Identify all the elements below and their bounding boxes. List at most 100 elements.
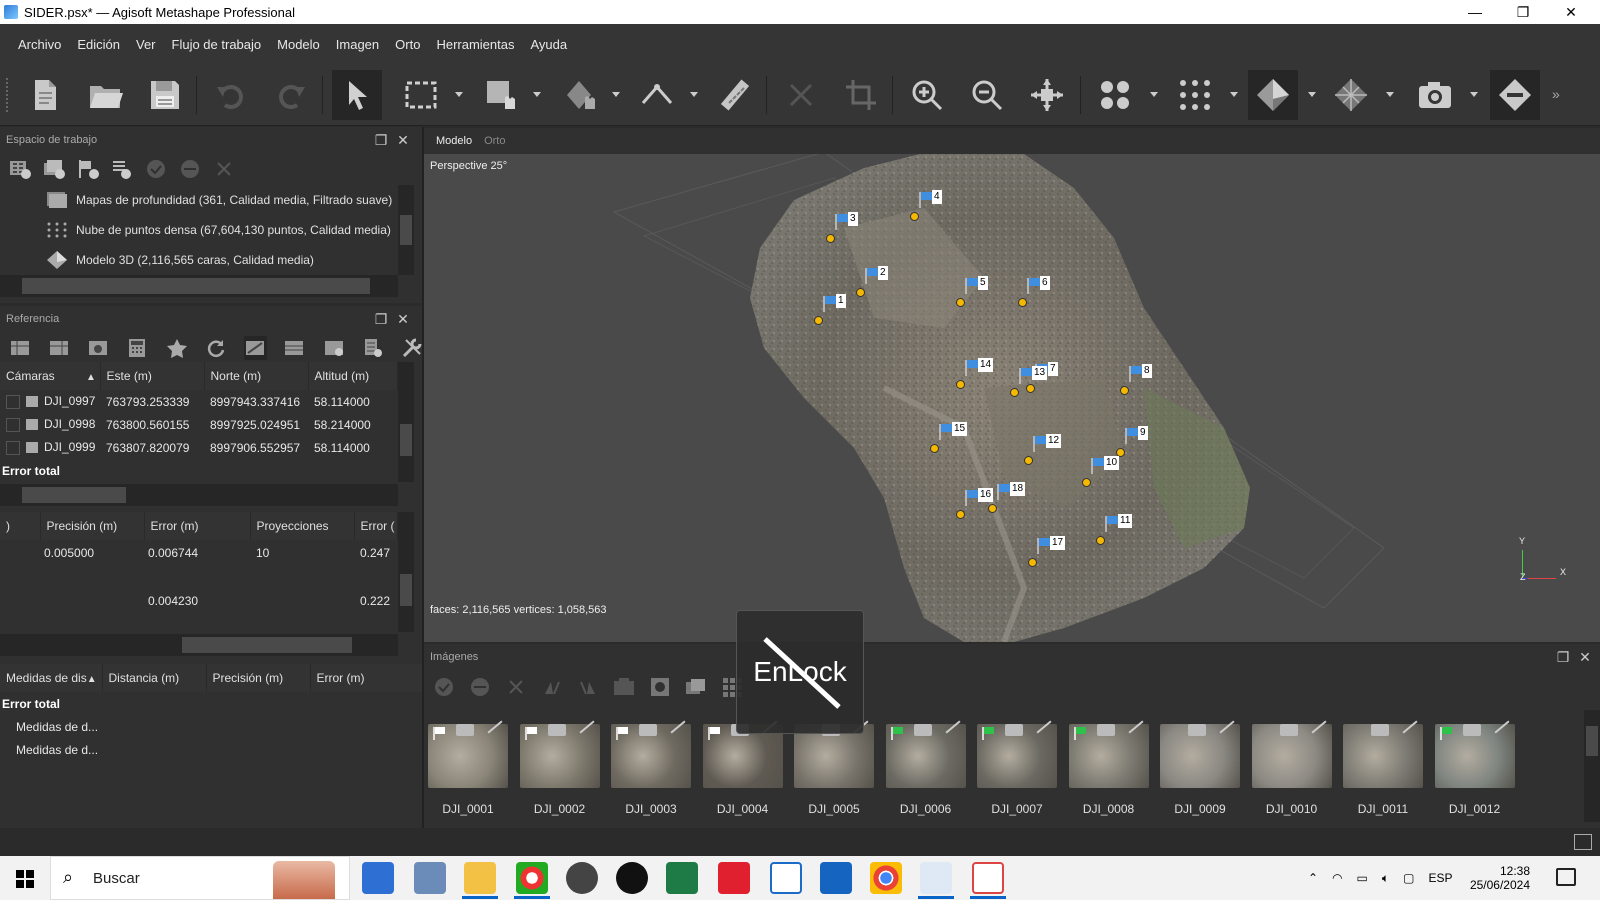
delete-selection-icon[interactable] bbox=[776, 70, 826, 120]
marker[interactable]: 4 bbox=[910, 190, 958, 234]
network-icon[interactable]: ◠ bbox=[1332, 871, 1342, 885]
ruler-icon[interactable] bbox=[710, 70, 760, 120]
import-reference-icon[interactable] bbox=[8, 336, 31, 360]
marker[interactable]: 9 bbox=[1116, 426, 1164, 470]
table-row[interactable]: 0.004230 0.222 bbox=[0, 589, 398, 612]
save-icon[interactable] bbox=[140, 70, 190, 120]
whatsapp-icon[interactable] bbox=[566, 862, 598, 894]
infinity-app-icon[interactable] bbox=[718, 862, 750, 894]
add-chunk-icon[interactable] bbox=[8, 157, 32, 181]
mail-icon[interactable] bbox=[820, 862, 852, 894]
c-app-icon[interactable] bbox=[770, 862, 802, 894]
chrome-icon[interactable] bbox=[870, 862, 902, 894]
tiktok-icon[interactable] bbox=[616, 862, 648, 894]
dropdown-arrow-icon[interactable] bbox=[1228, 88, 1240, 100]
rotate-right-icon[interactable] bbox=[576, 675, 600, 699]
open-folder-icon[interactable] bbox=[80, 70, 130, 120]
col-precision[interactable]: Precisión (m) bbox=[206, 664, 311, 692]
close-button[interactable]: ✕ bbox=[1548, 0, 1594, 24]
col-proyecciones[interactable]: Proyecciones bbox=[250, 512, 355, 540]
marker[interactable]: 14 bbox=[956, 358, 1004, 402]
add-marker-icon[interactable] bbox=[76, 157, 100, 181]
reset-mask-icon[interactable] bbox=[612, 675, 636, 699]
tab-modelo[interactable]: Modelo bbox=[430, 135, 478, 147]
taskbar-search[interactable]: ⌕ Buscar bbox=[50, 856, 350, 900]
images-vscrollbar[interactable] bbox=[1584, 710, 1600, 822]
tree-3d-model[interactable]: Modelo 3D (2,116,565 caras, Calidad medi… bbox=[0, 245, 424, 275]
chrome-profile-icon[interactable] bbox=[516, 862, 548, 894]
col-camaras[interactable]: Cámaras ▲ bbox=[0, 362, 101, 390]
show-hidden-icons-icon[interactable]: ⌃ bbox=[1308, 871, 1318, 885]
marker[interactable]: 11 bbox=[1096, 514, 1144, 558]
image-thumbnail[interactable]: DJI_0006 bbox=[885, 720, 966, 820]
col-altitud[interactable]: Altitud (m) bbox=[308, 362, 398, 390]
tree-dense-cloud[interactable]: Nube de puntos densa (67,604,130 puntos,… bbox=[0, 215, 424, 245]
markers-hscrollbar[interactable] bbox=[0, 634, 398, 656]
enlock-overlay[interactable]: EnLock bbox=[736, 610, 864, 734]
tree-depth-maps[interactable]: Mapas de profundidad (361, Calidad media… bbox=[0, 185, 424, 215]
star-icon[interactable] bbox=[165, 336, 188, 360]
col-precision[interactable]: Precisión (m) bbox=[40, 512, 145, 540]
rotate-left-icon[interactable] bbox=[540, 675, 564, 699]
language-indicator[interactable]: ESP bbox=[1428, 871, 1452, 885]
image-thumbnail[interactable]: DJI_0001 bbox=[428, 720, 508, 820]
col-norte[interactable]: Norte (m) bbox=[204, 362, 309, 390]
enable-icon[interactable] bbox=[432, 675, 456, 699]
image-thumbnail[interactable]: DJI_0011 bbox=[1343, 720, 1423, 820]
close-panel-icon[interactable]: ✕ bbox=[394, 310, 412, 328]
dropdown-arrow-icon[interactable] bbox=[1306, 88, 1318, 100]
remove-icon[interactable] bbox=[504, 675, 528, 699]
image-thumbnail[interactable]: DJI_0010 bbox=[1251, 720, 1332, 820]
image-thumbnail[interactable]: DJI_0009 bbox=[1160, 720, 1240, 820]
disable-icon[interactable] bbox=[178, 157, 202, 181]
cameras-hscrollbar[interactable] bbox=[0, 484, 398, 506]
dropdown-arrow-icon[interactable] bbox=[1148, 88, 1160, 100]
battery-icon[interactable]: ▭ bbox=[1357, 871, 1368, 885]
new-document-icon[interactable] bbox=[20, 70, 70, 120]
toolbar-grip[interactable] bbox=[6, 78, 10, 112]
image-thumbnail[interactable]: DJI_0012 bbox=[1434, 720, 1515, 820]
dropdown-arrow-icon[interactable] bbox=[610, 88, 622, 100]
rectangle-selection-icon[interactable] bbox=[396, 70, 446, 120]
redo-icon[interactable] bbox=[266, 70, 316, 120]
col-error[interactable]: Error (m) bbox=[310, 664, 424, 692]
metashape-taskbar-icon[interactable] bbox=[920, 862, 952, 894]
table-row[interactable]: DJI_0997 763793.253339 8997943.337416 58.1… bbox=[0, 390, 398, 413]
menu-flujo-de-trabajo[interactable]: Flujo de trabajo bbox=[164, 37, 270, 52]
model-scene[interactable] bbox=[424, 128, 1600, 642]
marker[interactable]: 18 bbox=[988, 482, 1036, 526]
menu-herramientas[interactable]: Herramientas bbox=[428, 37, 522, 52]
markers-vscrollbar[interactable] bbox=[398, 512, 414, 632]
view-estimated-icon[interactable] bbox=[283, 336, 306, 360]
marker[interactable]: 15 bbox=[930, 422, 978, 466]
dropdown-arrow-icon[interactable] bbox=[531, 88, 543, 100]
col-este[interactable]: Este (m) bbox=[100, 362, 205, 390]
dropdown-arrow-icon[interactable] bbox=[1384, 88, 1396, 100]
update-icon[interactable] bbox=[204, 336, 227, 360]
col-medidas[interactable]: Medidas de dis▲ bbox=[0, 664, 103, 692]
fullscreen-icon[interactable] bbox=[1574, 834, 1592, 850]
menu-archivo[interactable]: Archivo bbox=[10, 37, 69, 52]
marker[interactable]: 3 bbox=[826, 212, 874, 256]
col-error[interactable]: Error (m) bbox=[144, 512, 251, 540]
row-checkbox[interactable] bbox=[6, 440, 20, 455]
image-thumbnail[interactable]: DJI_0008 bbox=[1068, 720, 1149, 820]
dropdown-arrow-icon[interactable] bbox=[1468, 88, 1480, 100]
crop-selection-icon[interactable] bbox=[836, 70, 886, 120]
menu-edicion[interactable]: Edición bbox=[69, 37, 128, 52]
menu-orto[interactable]: Orto bbox=[387, 37, 428, 52]
undock-icon[interactable]: ❐ bbox=[1554, 648, 1572, 666]
close-panel-icon[interactable]: ✕ bbox=[394, 131, 412, 149]
marker[interactable]: 10 bbox=[1082, 456, 1130, 500]
image-thumbnail[interactable]: DJI_0002 bbox=[519, 720, 600, 820]
calculator-icon[interactable] bbox=[126, 336, 149, 360]
axis-gizmo[interactable]: Y X Z bbox=[1512, 536, 1572, 586]
marker[interactable]: 1 bbox=[814, 294, 862, 338]
app-icon[interactable] bbox=[414, 862, 446, 894]
file-explorer-icon[interactable] bbox=[464, 862, 496, 894]
move-region-icon[interactable] bbox=[476, 70, 526, 120]
tiled-model-icon[interactable] bbox=[1326, 70, 1376, 120]
export-reference-icon[interactable] bbox=[47, 336, 70, 360]
restore-button[interactable]: ❐ bbox=[1500, 0, 1546, 24]
enable-icon[interactable] bbox=[144, 157, 168, 181]
